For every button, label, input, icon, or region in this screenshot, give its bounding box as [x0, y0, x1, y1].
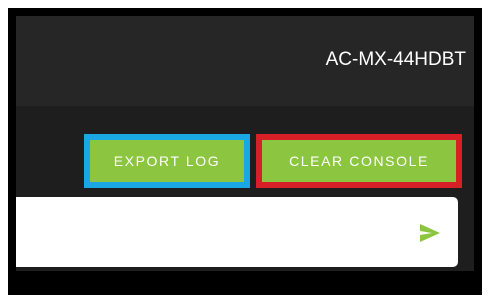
console-command-input[interactable]: [16, 197, 396, 267]
clear-console-button[interactable]: CLEAR CONSOLE: [262, 140, 456, 182]
clear-console-highlight: CLEAR CONSOLE: [256, 134, 462, 188]
panel-header: AC-MX-44HDBT: [16, 16, 474, 106]
export-log-highlight: EXPORT LOG: [84, 134, 250, 188]
device-name: AC-MX-44HDBT: [325, 49, 466, 70]
console-input-bar: [16, 197, 458, 267]
send-icon[interactable]: [418, 221, 442, 245]
export-log-button[interactable]: EXPORT LOG: [90, 140, 244, 182]
